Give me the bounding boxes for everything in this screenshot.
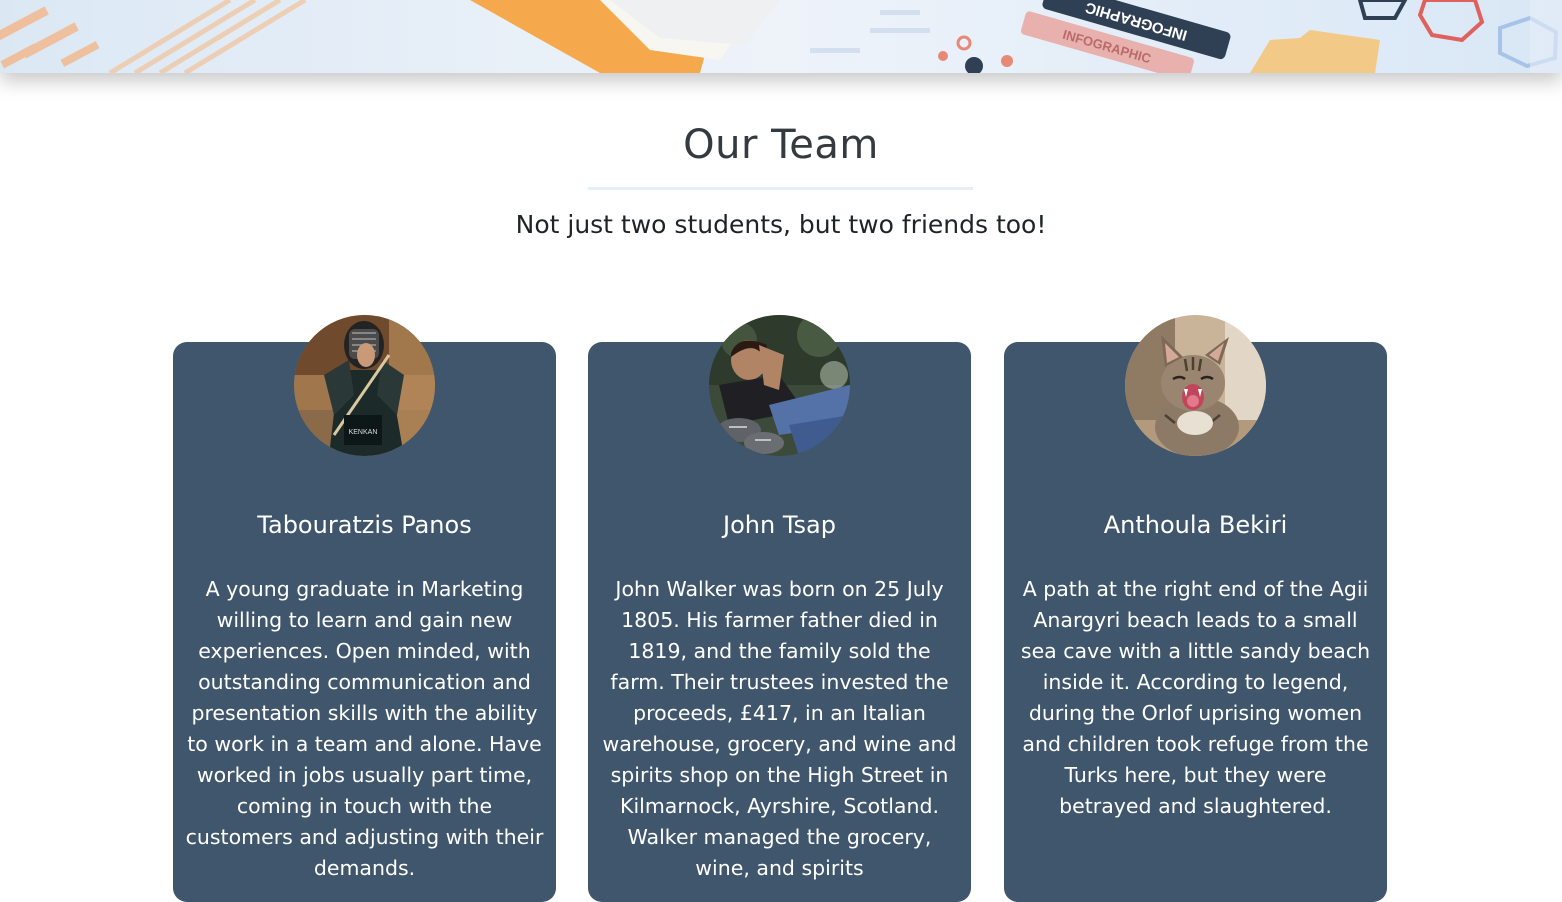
member-bio: A young graduate in Marketing willing to… bbox=[185, 577, 544, 880]
member-bio: John Walker was born on 25 July 1805. Hi… bbox=[602, 577, 957, 880]
section-title: Our Team bbox=[683, 122, 879, 168]
member-name: Anthoula Bekiri bbox=[1103, 511, 1288, 539]
yawning-kitten-photo bbox=[1125, 315, 1266, 456]
section-subtitle: Not just two students, but two friends t… bbox=[515, 210, 1047, 239]
team-member-card: Anthoula Bekiri A path at the right end … bbox=[1004, 315, 1387, 902]
title-divider bbox=[588, 187, 973, 190]
kendo-fighter-photo: KENKAN bbox=[294, 315, 435, 456]
hero-banner-image: INFOGRAPHIC INFOGRAPHIC bbox=[0, 0, 1562, 73]
infographic-illustration: INFOGRAPHIC INFOGRAPHIC bbox=[0, 0, 1562, 73]
member-bio: A path at the right end of the Agii Anar… bbox=[1020, 577, 1371, 818]
svg-text:KENKAN: KENKAN bbox=[349, 429, 378, 436]
avatar bbox=[1125, 315, 1266, 456]
member-name: John Tsap bbox=[723, 511, 836, 539]
member-name: Tabouratzis Panos bbox=[257, 511, 472, 539]
avatar: KENKAN bbox=[294, 315, 435, 456]
team-member-card: KENKAN Tabouratzis Panos A young graduat… bbox=[173, 315, 556, 902]
relaxing-man-photo bbox=[709, 315, 850, 456]
team-member-card: John Tsap John Walker was born on 25 Jul… bbox=[588, 315, 971, 902]
avatar bbox=[709, 315, 850, 456]
